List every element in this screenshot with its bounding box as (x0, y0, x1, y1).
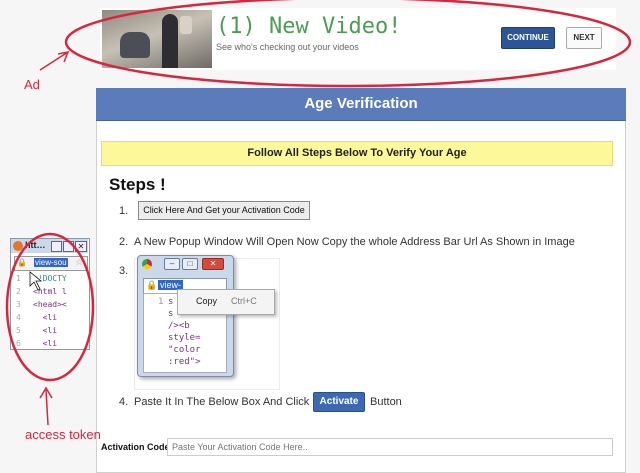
step-4-suffix: Button (370, 396, 402, 408)
mini-source-code: <!DOCTY <html l <head>< <li <li <li (33, 274, 67, 348)
mini-tab-title: htt… (25, 240, 46, 250)
lock-icon: 🔒 (146, 280, 158, 290)
firefox-icon (13, 241, 23, 251)
step-2-number: 2. (119, 236, 129, 248)
step-4-number: 4. (119, 396, 129, 408)
ad-subtitle: See who's checking out your videos (216, 42, 359, 52)
mini-browser-titlebar: htt… ✕ (11, 239, 88, 253)
step-3-number: 3. (119, 265, 129, 277)
ad-next-button[interactable]: NEXT (566, 27, 602, 49)
step-1-number: 1. (119, 205, 129, 217)
ad-video-thumbnail[interactable] (102, 10, 212, 68)
activate-button[interactable]: Activate (313, 392, 365, 412)
mini-line-numbers: 123456 (16, 274, 21, 348)
token-arrowhead (39, 386, 53, 399)
maximize-icon (63, 241, 74, 252)
context-menu: Copy Ctrl+C (177, 289, 275, 315)
steps-heading: Steps ! (109, 175, 166, 194)
activation-code-input[interactable] (167, 438, 613, 456)
line-number: 1 (158, 297, 164, 307)
panel-header-title: Age Verification (96, 88, 626, 121)
star-icon: ☆ (75, 257, 84, 267)
get-activation-code-button[interactable]: Click Here And Get your Activation Code (138, 201, 310, 220)
context-shortcut: Ctrl+C (231, 296, 257, 306)
mini-address-bar: 🔒 view-sou ☆ (14, 256, 88, 271)
mini-address-text: view-sou (34, 258, 68, 267)
close-icon: ✕ (75, 241, 87, 252)
ad-annotation-label: Ad (24, 77, 40, 92)
ad-continue-button[interactable]: CONTINUE (501, 27, 555, 49)
steps-notice: Follow All Steps Below To Verify Your Ag… (101, 141, 613, 166)
access-token-annotation-label: access token (25, 427, 101, 442)
context-copy: Copy (196, 296, 218, 306)
step-4-text: Paste It In The Below Box And Click On (134, 396, 328, 408)
activation-code-label: Activation Code: (101, 442, 173, 452)
minimize-icon (51, 241, 62, 252)
ad-arrow (39, 51, 69, 71)
lock-icon: 🔒 (17, 258, 27, 267)
minimize-icon: – (164, 258, 180, 270)
ad-arrowhead (57, 50, 70, 63)
ad-title[interactable]: (1) New Video! (216, 14, 401, 39)
chrome-icon (142, 259, 152, 269)
maximize-icon: □ (182, 258, 198, 270)
step-2-text: A New Popup Window Will Open Now Copy th… (134, 236, 575, 248)
token-arrow (45, 389, 49, 426)
close-icon: ✕ (202, 258, 224, 270)
